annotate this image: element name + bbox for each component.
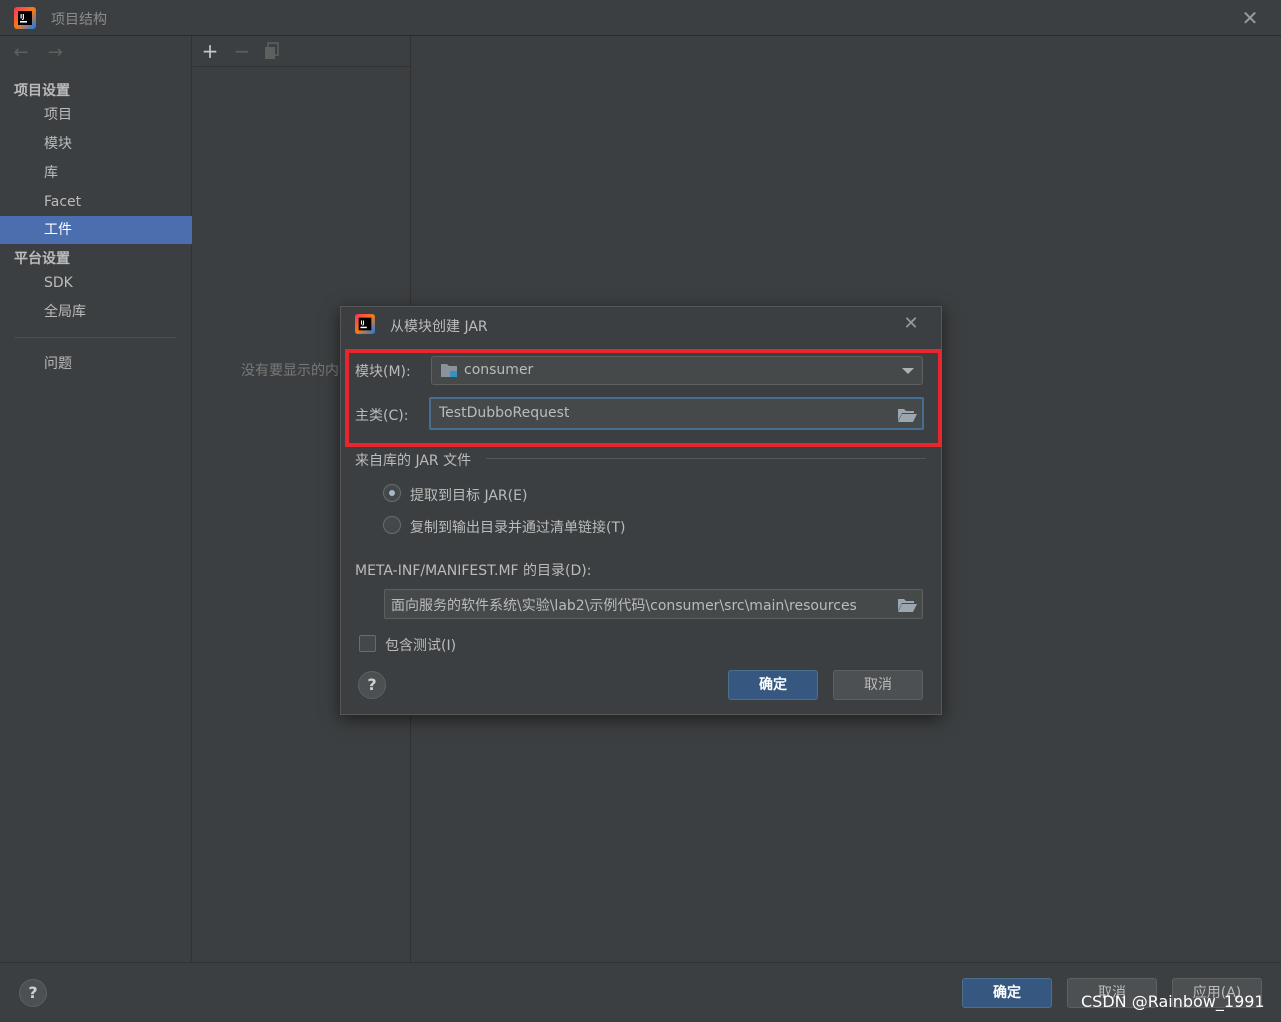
artifacts-toolbar: + −: [193, 36, 411, 67]
svg-text:IJ: IJ: [360, 320, 364, 326]
module-folder-icon: [441, 364, 457, 377]
module-combobox[interactable]: consumer: [431, 356, 923, 385]
svg-text:IJ: IJ: [20, 14, 24, 21]
dialog-cancel-button[interactable]: 取消: [833, 670, 923, 700]
window-close-icon[interactable]: ✕: [1240, 8, 1260, 28]
intellij-logo-icon: IJ: [14, 7, 36, 29]
back-arrow-icon[interactable]: ←: [10, 42, 32, 64]
section-platform-settings: 平台设置: [14, 251, 70, 267]
sidebar-item-project[interactable]: 项目: [0, 101, 192, 129]
dialog-ok-button[interactable]: 确定: [728, 670, 818, 700]
help-button[interactable]: ?: [19, 979, 47, 1007]
module-label: 模块(M):: [355, 364, 411, 380]
radio-copy-to-output[interactable]: [383, 516, 401, 534]
window-titlebar: IJ 项目结构 ✕: [0, 0, 1281, 36]
dialog-help-button[interactable]: ?: [358, 671, 386, 699]
window-title: 项目结构: [51, 12, 107, 28]
jar-files-group-label: 来自库的 JAR 文件: [355, 453, 472, 469]
sidebar-item-problems[interactable]: 问题: [0, 350, 192, 378]
include-tests-checkbox[interactable]: [359, 635, 376, 652]
manifest-dir-label: META-INF/MANIFEST.MF 的目录(D):: [355, 563, 592, 579]
radio-extract-to-jar[interactable]: [383, 484, 401, 502]
sidebar-item-artifacts[interactable]: 工件: [0, 216, 192, 244]
remove-icon[interactable]: −: [231, 40, 253, 62]
copy-icon[interactable]: [263, 42, 281, 60]
chevron-down-icon: [902, 368, 914, 374]
sidebar-item-modules[interactable]: 模块: [0, 130, 192, 158]
settings-sidebar: ← → 项目设置 项目 模块 库 Facet 工件 平台设置 SDK 全局库 问…: [0, 36, 192, 962]
empty-list-text: 没有要显示的内: [241, 363, 339, 379]
radio-selected-dot: [389, 490, 395, 496]
manifest-dir-value: 面向服务的软件系统\实验\lab2\示例代码\consumer\src\main…: [391, 598, 857, 614]
section-project-settings: 项目设置: [14, 83, 70, 99]
manifest-dir-field[interactable]: 面向服务的软件系统\实验\lab2\示例代码\consumer\src\main…: [384, 589, 923, 619]
sidebar-item-sdk[interactable]: SDK: [0, 269, 192, 297]
dialog-close-icon[interactable]: ✕: [901, 314, 921, 334]
radio-copy-label[interactable]: 复制到输出目录并通过清单链接(T): [410, 517, 625, 537]
dialog-title: 从模块创建 JAR: [390, 319, 488, 335]
sidebar-item-libraries[interactable]: 库: [0, 159, 192, 187]
main-class-label: 主类(C):: [355, 408, 409, 424]
radio-extract-label[interactable]: 提取到目标 JAR(E): [410, 485, 527, 505]
open-folder-icon[interactable]: [897, 407, 917, 423]
forward-arrow-icon[interactable]: →: [44, 42, 66, 64]
ok-button[interactable]: 确定: [962, 978, 1052, 1008]
include-tests-label[interactable]: 包含测试(I): [385, 635, 456, 655]
watermark-text: CSDN @Rainbow_1991: [1081, 992, 1265, 1011]
sidebar-item-facets[interactable]: Facet: [0, 188, 192, 216]
intellij-logo-icon: IJ: [355, 314, 375, 334]
module-combobox-value: consumer: [464, 362, 534, 378]
open-folder-icon[interactable]: [897, 597, 917, 613]
group-divider: [486, 458, 926, 459]
create-jar-dialog: IJ 从模块创建 JAR ✕ 模块(M): consumer 主类(C): Te…: [340, 306, 942, 715]
nav-arrows: ← →: [10, 42, 74, 66]
sidebar-divider: [14, 337, 176, 338]
sidebar-item-global-libraries[interactable]: 全局库: [0, 298, 192, 326]
add-icon[interactable]: +: [199, 40, 221, 62]
main-class-value: TestDubboRequest: [439, 405, 570, 421]
main-class-field[interactable]: TestDubboRequest: [429, 397, 924, 430]
